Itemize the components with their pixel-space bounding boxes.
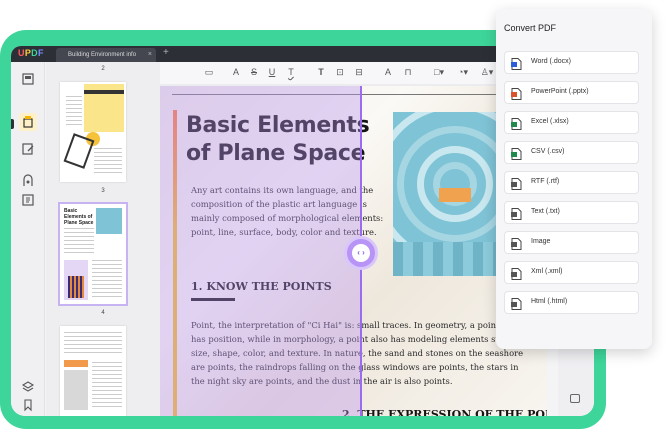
convert-option[interactable]: Html (.html) [504, 291, 639, 314]
active-indicator [11, 119, 14, 129]
thumbnail-page-2[interactable] [60, 82, 126, 182]
rtf-icon [511, 177, 522, 190]
convert-option-label: Html (.html) [531, 298, 568, 305]
text-icon [511, 207, 522, 220]
xml-icon [511, 267, 522, 280]
left-toolbar [11, 62, 45, 416]
thumbnail-page-number: 4 [101, 310, 105, 316]
word-icon [511, 57, 522, 70]
convert-option-label: Image [531, 238, 551, 245]
tab-label: Building Environment info [68, 52, 137, 58]
strikethrough-tool-icon[interactable]: S [248, 67, 260, 77]
tab-close-icon[interactable]: × [148, 48, 152, 62]
thumbnail-page-number: 2 [101, 66, 105, 72]
thumbnail-page-3[interactable]: Basic Elements of Plane Space [58, 202, 128, 306]
thumbnail-page-4[interactable] [60, 326, 126, 416]
new-tab-button[interactable]: + [163, 47, 169, 58]
comment-list-icon[interactable] [570, 394, 580, 403]
thumbnail-heading-bar [84, 90, 124, 94]
thumbnail-text-lines [64, 332, 122, 356]
convert-option-label: Word (.docx) [531, 58, 571, 65]
convert-option[interactable]: CSV (.csv) [504, 141, 639, 164]
bookmark-icon[interactable] [21, 398, 35, 412]
convert-option[interactable]: RTF (.rtf) [504, 171, 639, 194]
thumbnail-stripes [68, 276, 84, 298]
thumbnail-page-number: 3 [101, 188, 105, 194]
layers-icon[interactable] [21, 380, 35, 394]
compare-overlay [160, 86, 361, 416]
convert-option[interactable]: Word (.docx) [504, 51, 639, 74]
convert-option-label: Excel (.xlsx) [531, 118, 569, 125]
thumbnail-text-lines [66, 96, 82, 126]
stamp-tool-icon[interactable]: ◔▾ [454, 67, 472, 78]
compare-arrows-icon: ‹ › [352, 244, 370, 262]
thumbnail-orange-label [64, 360, 88, 367]
thumbnail-gray-image [64, 370, 88, 410]
app-logo: UPDF [18, 48, 44, 58]
thumbnail-text-lines [64, 228, 94, 256]
signature-tool-icon[interactable]: ♙▾ [478, 67, 496, 78]
pencil-tool-icon[interactable]: A [382, 67, 394, 77]
html-icon [511, 297, 522, 310]
text-tool-icon[interactable]: T [315, 67, 327, 77]
excel-icon [511, 117, 522, 130]
shape-tool-icon[interactable]: □▾ [430, 67, 448, 78]
highlight-tool-icon[interactable]: A [230, 67, 242, 77]
reader-mode-icon[interactable] [21, 72, 35, 86]
thumbnail-spiral [63, 133, 95, 169]
convert-option-label: Text (.txt) [531, 208, 560, 215]
panel-title: Convert PDF [504, 23, 557, 33]
photo-orange-accent [439, 188, 471, 202]
text-callout-tool-icon[interactable]: ⊟ [353, 67, 365, 78]
convert-option[interactable]: Text (.txt) [504, 201, 639, 224]
eraser-tool-icon[interactable]: ⊓ [402, 67, 414, 78]
tab-document[interactable]: Building Environment info × [56, 48, 156, 62]
convert-option-label: CSV (.csv) [531, 148, 565, 155]
section-heading: 2. THE EXPRESSION OF THE POI [342, 408, 547, 416]
pdf-page[interactable]: Basic Elements of Plane Space Any art co… [160, 86, 547, 416]
comment-tool-icon[interactable]: ▭ [203, 67, 215, 78]
csv-icon [511, 147, 522, 160]
convert-option[interactable]: Xml (.xml) [504, 261, 639, 284]
thumbnail-panel: 2 3 Basic Elements of Plane Space 4 [46, 62, 160, 416]
organize-pages-icon[interactable] [21, 174, 35, 188]
edit-pdf-icon[interactable] [21, 142, 35, 156]
underline-tool-icon[interactable]: U [266, 67, 278, 77]
convert-option-label: PowerPoint (.pptx) [531, 88, 589, 95]
convert-option-label: RTF (.rtf) [531, 178, 560, 185]
convert-pdf-panel: Convert PDF Word (.docx) PowerPoint (.ppt… [496, 9, 652, 349]
comment-mode-icon[interactable] [19, 113, 37, 131]
convert-option[interactable]: Excel (.xlsx) [504, 111, 639, 134]
thumbnail-text-lines [92, 260, 122, 300]
thumbnail-text-lines [92, 362, 122, 410]
convert-option[interactable]: Image [504, 231, 639, 254]
convert-option-label: Xml (.xml) [531, 268, 563, 275]
thumbnail-text-lines [94, 148, 122, 174]
thumbnail-title: Basic Elements of Plane Space [64, 208, 94, 226]
screenshot-stage: UPDF Building Environment info × + 2 3 B… [0, 0, 665, 443]
thumbnail-photo [96, 208, 122, 234]
powerpoint-icon [511, 87, 522, 100]
image-icon [511, 237, 522, 250]
convert-option[interactable]: PowerPoint (.pptx) [504, 81, 639, 104]
convert-tools-icon[interactable] [21, 193, 35, 207]
squiggly-tool-icon[interactable]: T [285, 67, 297, 77]
compare-slider-handle[interactable]: ‹ › [344, 236, 378, 270]
textbox-tool-icon[interactable]: ⊡ [334, 67, 346, 78]
